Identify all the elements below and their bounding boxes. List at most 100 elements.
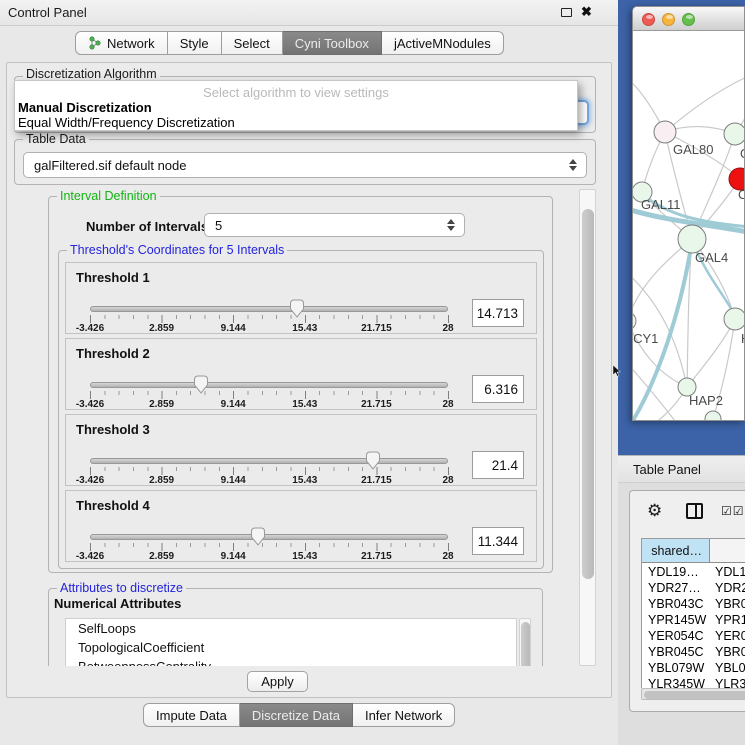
combo-arrows-icon xyxy=(569,159,577,171)
popup-item-manual-discretization[interactable]: Manual Discretization xyxy=(18,100,152,115)
algorithm-dropdown-popup: Select algorithm to view settings Manual… xyxy=(14,80,578,131)
table-panel-title: Table Panel xyxy=(633,462,701,477)
threshold-2-scale-labels: -3.426 2.859 9.144 15.43 21.715 28 xyxy=(90,399,448,411)
tab-cyni-toolbox-label: Cyni Toolbox xyxy=(295,36,369,51)
threshold-2-label: Threshold 2 xyxy=(76,346,150,361)
table-row[interactable]: YLR345WYLR3… xyxy=(642,677,745,688)
node-right-mid[interactable] xyxy=(724,308,745,330)
popup-item-equal-width-frequency[interactable]: Equal Width/Frequency Discretization xyxy=(18,115,235,130)
node-label-hap2: HAP2 xyxy=(689,393,723,408)
tab-discretize-data-label: Discretize Data xyxy=(252,708,340,723)
tab-select-label: Select xyxy=(234,36,270,51)
gear-icon[interactable]: ⚙ xyxy=(647,501,662,521)
number-of-intervals-label: Number of Intervals xyxy=(86,219,208,234)
table-data-combobox[interactable]: galFiltered.sif default node xyxy=(23,152,587,178)
threshold-1-value-input[interactable] xyxy=(472,299,524,327)
scale-label: 2.859 xyxy=(149,551,174,562)
list-item-topologicalcoefficient[interactable]: TopologicalCoefficient xyxy=(66,638,516,657)
select-columns-checkboxes-icon[interactable]: ☑☑ xyxy=(721,504,745,518)
tab-network[interactable]: Network xyxy=(75,31,168,55)
settings-scrollbar-thumb[interactable] xyxy=(582,209,594,579)
settings-scrollbar[interactable] xyxy=(579,189,596,666)
threshold-2-panel: Threshold 2 -3.426 2.859 9.144 15.43 21.… xyxy=(65,338,537,410)
tab-select[interactable]: Select xyxy=(222,31,283,55)
threshold-1-scale-labels: -3.426 2.859 9.144 15.43 21.715 28 xyxy=(90,323,448,335)
tab-infer-network[interactable]: Infer Network xyxy=(353,703,455,727)
tab-jactivemnodules[interactable]: jActiveMNodules xyxy=(382,31,504,55)
table-row[interactable]: YER054C YER0… xyxy=(642,629,745,645)
column-header-shared-name[interactable]: shared… xyxy=(642,539,710,563)
close-icon[interactable]: ✖ xyxy=(581,4,592,20)
threshold-1-slider-track[interactable] xyxy=(90,306,448,312)
threshold-3-value-input[interactable] xyxy=(472,451,524,479)
table-row[interactable]: YDL19…YDL1… xyxy=(642,565,745,581)
node-gal4[interactable] xyxy=(678,225,706,253)
list-item-betweennesscentrality[interactable]: BetweennessCentrality xyxy=(66,657,516,666)
interval-definition-group-title: Interval Definition xyxy=(57,189,160,203)
tab-impute-data[interactable]: Impute Data xyxy=(143,703,240,727)
scale-label: 28 xyxy=(442,323,453,334)
threshold-4-label: Threshold 4 xyxy=(76,498,150,513)
scale-label: 9.144 xyxy=(221,399,246,410)
network-window-titlebar[interactable] xyxy=(633,7,744,31)
network-canvas[interactable]: GAL80 G C GAL11 GAL4 GCY1 H HAP2 xyxy=(633,31,745,421)
tab-discretize-data[interactable]: Discretize Data xyxy=(240,703,353,727)
node-gal80[interactable] xyxy=(654,121,676,143)
cell: YER0… xyxy=(715,629,745,643)
cell: YPR1… xyxy=(715,613,745,627)
table-row[interactable]: YBR045CYBR0… xyxy=(642,645,745,661)
table-horizontal-scrollbar[interactable] xyxy=(641,688,745,700)
table-row[interactable]: YBL079WYBL0… xyxy=(642,661,745,677)
tab-style-label: Style xyxy=(180,36,209,51)
cell: YDL1… xyxy=(715,565,745,579)
window-minimize-button[interactable] xyxy=(662,13,675,26)
threshold-2-value-input[interactable] xyxy=(472,375,524,403)
threshold-4-slider-track[interactable] xyxy=(90,534,448,540)
attributes-list-scrollbar[interactable] xyxy=(519,618,531,666)
bottom-tab-bar: Impute Data Discretize Data Infer Networ… xyxy=(143,703,455,727)
table-row[interactable]: YDR27…YDR2… xyxy=(642,581,745,597)
scale-label: 15.43 xyxy=(292,323,317,334)
node-top-right[interactable] xyxy=(724,123,745,145)
threshold-4-scale-labels: -3.426 2.859 9.144 15.43 21.715 28 xyxy=(90,551,448,563)
node-gcy1[interactable] xyxy=(633,312,636,330)
thresholds-group-title: Threshold's Coordinates for 5 Intervals xyxy=(67,243,287,257)
scale-label: 9.144 xyxy=(221,475,246,486)
node-label-gal11: GAL11 xyxy=(641,197,681,212)
scale-label: 21.715 xyxy=(361,475,392,486)
list-item-selfloops[interactable]: SelfLoops xyxy=(66,619,516,638)
apply-button[interactable]: Apply xyxy=(247,671,308,692)
node-label-clipped-c: C xyxy=(738,187,745,202)
table-horizontal-scrollbar-thumb[interactable] xyxy=(644,691,745,699)
tab-style[interactable]: Style xyxy=(168,31,222,55)
float-window-icon[interactable] xyxy=(561,8,572,17)
window-close-button[interactable] xyxy=(642,13,655,26)
split-columns-icon[interactable] xyxy=(686,503,703,519)
table-row[interactable]: YBR043CYBR0… xyxy=(642,597,745,613)
node-bottom[interactable] xyxy=(705,411,721,421)
scale-label: 15.43 xyxy=(292,475,317,486)
popup-placeholder-item[interactable]: Select algorithm to view settings xyxy=(15,85,577,100)
cell: YER054C xyxy=(648,629,704,643)
scale-label: -3.426 xyxy=(76,475,104,486)
scale-label: 21.715 xyxy=(361,323,392,334)
threshold-4-value-input[interactable] xyxy=(472,527,524,555)
cell: YLR345W xyxy=(648,677,705,688)
thresholds-group: Threshold's Coordinates for 5 Intervals … xyxy=(58,250,544,569)
attributes-list-scrollbar-thumb[interactable] xyxy=(521,622,530,666)
table-row[interactable]: YPR145WYPR1… xyxy=(642,613,745,629)
network-view-window: GAL80 G C GAL11 GAL4 GCY1 H HAP2 xyxy=(632,6,745,421)
number-of-intervals-combobox[interactable]: 5 xyxy=(204,213,465,237)
column-header-label: shared… xyxy=(651,544,702,558)
tab-jactivemnodules-label: jActiveMNodules xyxy=(394,36,491,51)
scale-label: -3.426 xyxy=(76,323,104,334)
column-header-name[interactable]: n… xyxy=(710,539,745,563)
tab-cyni-toolbox[interactable]: Cyni Toolbox xyxy=(283,31,382,55)
node-label-clipped-h: H xyxy=(741,331,745,346)
table-data-group: Table Data galFiltered.sif default node xyxy=(14,139,596,185)
threshold-2-slider-track[interactable] xyxy=(90,382,448,388)
threshold-3-slider-track[interactable] xyxy=(90,458,448,464)
cell: YDR2… xyxy=(715,581,745,595)
window-zoom-button[interactable] xyxy=(682,13,695,26)
threshold-3-label: Threshold 3 xyxy=(76,422,150,437)
